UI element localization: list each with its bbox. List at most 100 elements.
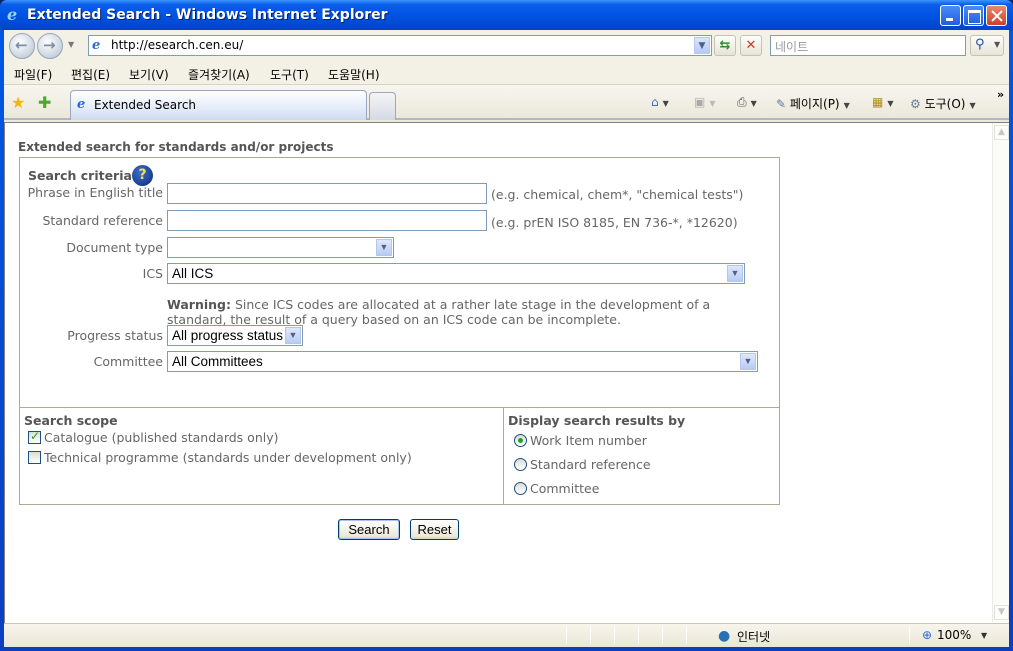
- search-scope-box: Search scope Catalogue (published standa…: [19, 407, 504, 505]
- catalogue-label[interactable]: Catalogue (published standards only): [44, 430, 279, 445]
- search-input[interactable]: 네이트: [770, 35, 966, 56]
- zoom-icon[interactable]: ⊕: [922, 628, 932, 642]
- toolbar-overflow-chevron[interactable]: »: [997, 88, 1004, 101]
- status-bar: ● 인터넷 ⊕ 100% ▼: [4, 623, 1009, 647]
- ics-label: ICS: [142, 266, 163, 281]
- ie-logo-icon: e: [7, 5, 18, 24]
- phrase-label: Phrase in English title: [27, 185, 163, 200]
- progress-status-label: Progress status: [67, 328, 163, 343]
- document-type-label: Document type: [66, 240, 163, 255]
- search-criteria-heading: Search criteria: [28, 168, 132, 183]
- research-button[interactable]: ▦ ▼: [872, 95, 894, 109]
- search-icon: ⚲: [975, 37, 985, 52]
- tab-extended-search[interactable]: e Extended Search: [70, 90, 367, 120]
- close-button[interactable]: [986, 5, 1007, 26]
- address-bar[interactable]: e http://esearch.cen.eu/ ▼: [88, 35, 712, 56]
- status-divider: [638, 627, 639, 644]
- menu-help[interactable]: 도움말(H): [328, 66, 380, 83]
- progress-status-select[interactable]: All progress status ▼: [167, 325, 303, 346]
- page-menu-icon: ✎: [776, 97, 787, 111]
- technical-programme-label[interactable]: Technical programme (standards under dev…: [44, 450, 412, 465]
- display-results-heading: Display search results by: [508, 413, 686, 428]
- reset-button[interactable]: Reset: [410, 519, 459, 540]
- committee-radio[interactable]: [514, 482, 527, 495]
- search-placeholder: 네이트: [775, 40, 809, 54]
- window-title: Extended Search - Windows Internet Explo…: [27, 7, 388, 23]
- rss-icon: ▣: [694, 95, 706, 109]
- chevron-down-icon[interactable]: ▼: [376, 239, 392, 256]
- print-button[interactable]: ⎙ ▼: [737, 95, 757, 110]
- progress-status-value: All progress status: [172, 328, 284, 343]
- search-go-button[interactable]: ⚲ ▼: [970, 35, 1004, 56]
- tools-menu-button[interactable]: ⚙ 도구(O) ▼: [910, 95, 976, 112]
- ics-select[interactable]: All ICS ▼: [167, 263, 745, 284]
- page-icon: e: [92, 38, 101, 53]
- add-favorites-icon[interactable]: ✚: [38, 93, 51, 112]
- scroll-down-button[interactable]: ▼: [994, 605, 1009, 620]
- warning-text: Since ICS codes are allocated at a rathe…: [167, 297, 711, 327]
- committee-radio-label[interactable]: Committee: [530, 481, 599, 496]
- technical-programme-checkbox[interactable]: [28, 451, 41, 464]
- chevron-down-icon[interactable]: ▼: [740, 353, 756, 370]
- address-url[interactable]: http://esearch.cen.eu/: [111, 38, 243, 52]
- menu-favorites[interactable]: 즐겨찾기(A): [188, 66, 250, 83]
- address-dropdown-button[interactable]: ▼: [694, 37, 710, 54]
- vertical-scrollbar[interactable]: ▲ ▼: [992, 123, 1009, 622]
- home-button[interactable]: ⌂ ▼: [651, 95, 669, 109]
- menu-view[interactable]: 보기(V): [129, 66, 169, 83]
- chevron-down-icon[interactable]: ▼: [285, 327, 301, 344]
- committee-select[interactable]: All Committees ▼: [167, 351, 758, 372]
- zoom-dropdown[interactable]: ▼: [981, 631, 987, 640]
- status-divider: [909, 627, 910, 644]
- menu-file[interactable]: 파일(F): [14, 66, 52, 83]
- status-divider: [686, 627, 687, 644]
- refresh-button[interactable]: ⇆: [714, 35, 736, 56]
- standard-reference-input[interactable]: [167, 210, 487, 231]
- back-button[interactable]: ←: [9, 33, 35, 59]
- tools-menu-label: 도구(O): [924, 97, 966, 111]
- ics-value: All ICS: [172, 266, 214, 281]
- document-type-select[interactable]: ▼: [167, 237, 394, 258]
- browser-window: e Extended Search - Windows Internet Exp…: [0, 0, 1013, 651]
- work-item-label[interactable]: Work Item number: [530, 433, 647, 448]
- refresh-icon: ⇆: [719, 38, 731, 53]
- new-tab-button[interactable]: [369, 92, 396, 120]
- recent-pages-dropdown[interactable]: ▼: [68, 40, 74, 49]
- ics-warning: Warning: Since ICS codes are allocated a…: [167, 297, 727, 327]
- work-item-radio[interactable]: [514, 434, 527, 447]
- scroll-up-button[interactable]: ▲: [994, 125, 1009, 140]
- search-options-dropdown[interactable]: ▼: [994, 40, 1000, 49]
- forward-button[interactable]: →: [37, 33, 63, 59]
- browser-frame: ← → ▼ e http://esearch.cen.eu/ ▼ ⇆ ✕ 네이트…: [4, 30, 1009, 647]
- zoom-level[interactable]: 100%: [937, 628, 971, 642]
- search-button[interactable]: Search: [338, 519, 400, 540]
- stop-button[interactable]: ✕: [740, 35, 762, 56]
- menu-tools[interactable]: 도구(T): [270, 66, 309, 83]
- status-divider: [590, 627, 591, 644]
- standard-reference-label: Standard reference: [42, 213, 163, 228]
- back-arrow-icon: ←: [15, 36, 28, 54]
- standard-reference-radio-label[interactable]: Standard reference: [530, 457, 651, 472]
- stop-icon: ✕: [745, 38, 757, 53]
- maximize-button[interactable]: [963, 5, 984, 26]
- menu-edit[interactable]: 편집(E): [71, 66, 110, 83]
- catalogue-checkbox[interactable]: [28, 429, 41, 444]
- favorites-star-icon[interactable]: ★: [11, 93, 25, 112]
- research-icon: ▦: [872, 95, 884, 109]
- page-menu-button[interactable]: ✎ 페이지(P) ▼: [776, 95, 850, 112]
- standard-reference-radio[interactable]: [514, 458, 527, 471]
- phrase-input[interactable]: [167, 183, 487, 204]
- committee-value: All Committees: [172, 354, 263, 369]
- committee-label: Committee: [93, 354, 163, 369]
- forward-arrow-icon: →: [43, 36, 56, 54]
- phrase-hint: (e.g. chemical, chem*, "chemical tests"): [491, 187, 744, 202]
- chevron-down-icon[interactable]: ▼: [727, 265, 743, 282]
- feeds-button[interactable]: ▣ ▼: [694, 95, 716, 109]
- menu-bar: 파일(F) 편집(E) 보기(V) 즐겨찾기(A) 도구(T) 도움말(H): [4, 63, 1009, 85]
- minimize-button[interactable]: [940, 5, 961, 26]
- display-results-box: Display search results by Work Item numb…: [503, 407, 780, 505]
- standard-reference-hint: (e.g. prEN ISO 8185, EN 736-*, *12620): [491, 215, 738, 230]
- page-content: Extended search for standards and/or pro…: [4, 122, 1009, 623]
- page-title: Extended search for standards and/or pro…: [18, 140, 334, 154]
- help-icon[interactable]: ?: [132, 165, 153, 186]
